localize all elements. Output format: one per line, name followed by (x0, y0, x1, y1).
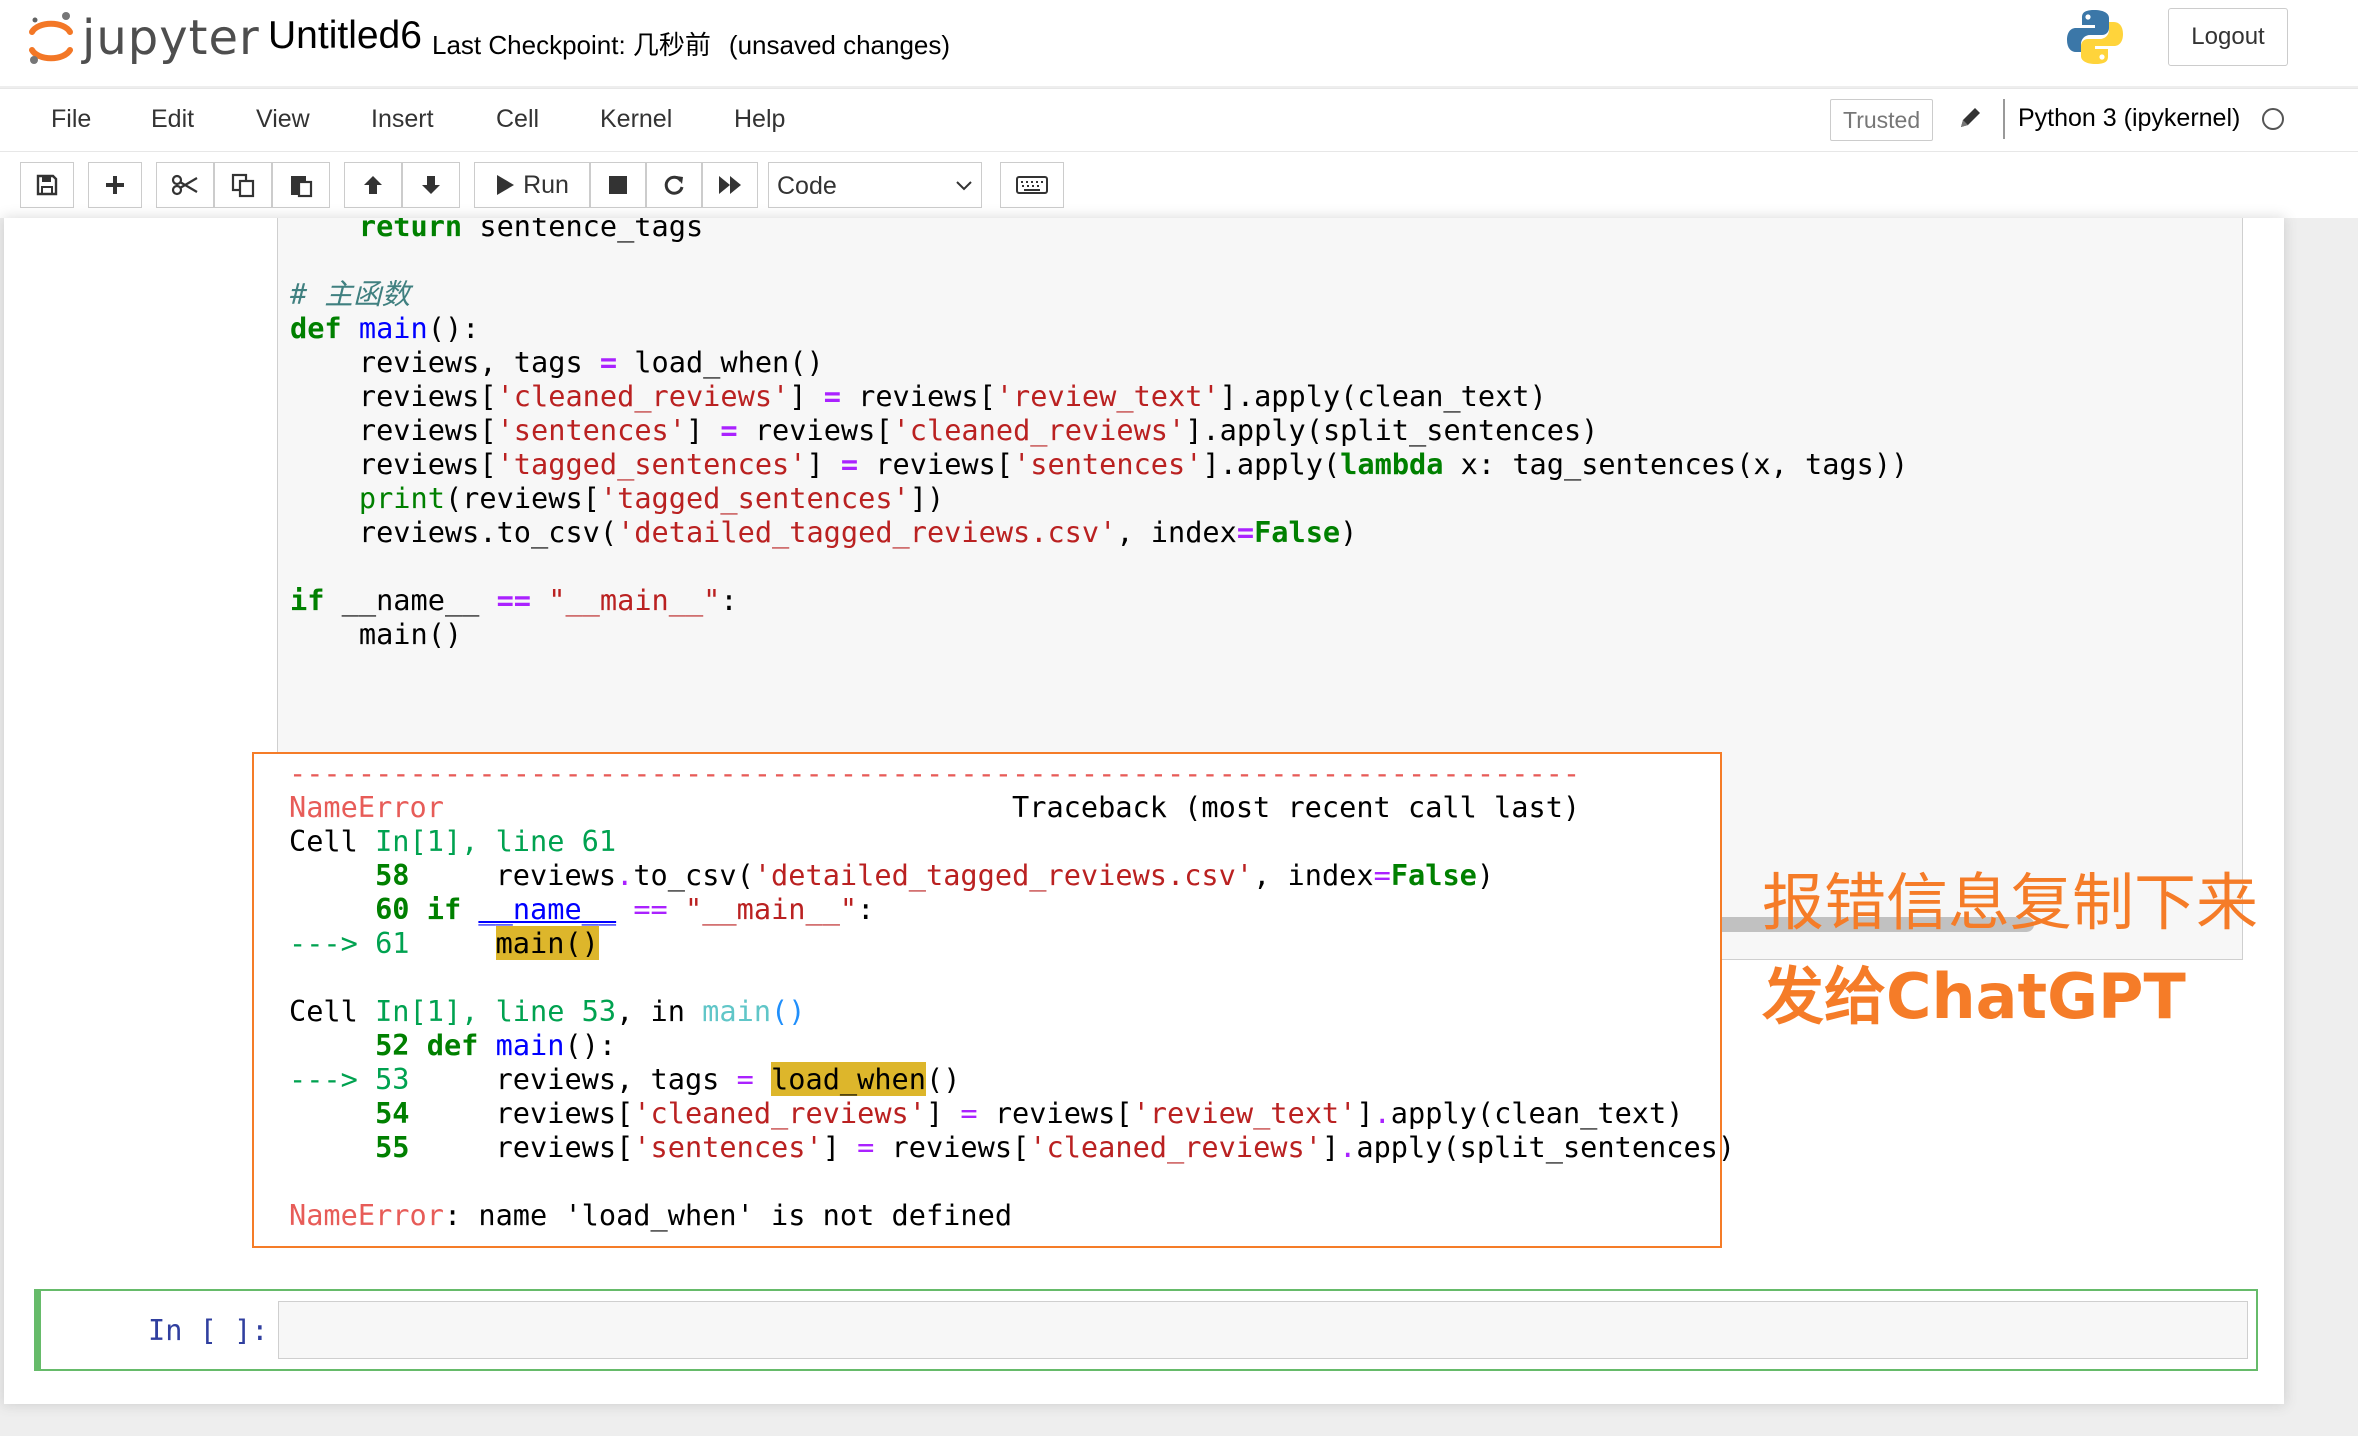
checkpoint-label: Last Checkpoint: 几秒前 (432, 30, 711, 60)
input-prompt: In [ ]: (148, 1313, 269, 1347)
play-icon (497, 175, 515, 195)
menu-help[interactable]: Help (734, 105, 785, 134)
paste-button[interactable] (272, 162, 330, 208)
keyboard-icon (1016, 176, 1048, 194)
notebook-container: return sentence_tags # 主函数 def main(): r… (4, 218, 2284, 1404)
error-output: ----------------------------------------… (252, 752, 1735, 1248)
cut-icon (171, 174, 198, 196)
stop-icon (609, 176, 627, 194)
menu-view[interactable]: View (256, 105, 310, 134)
code-token: return (290, 218, 463, 243)
paste-icon (291, 176, 313, 198)
menubar: File Edit View Insert Cell Kernel Help T… (0, 88, 2358, 152)
notebook-title[interactable]: Untitled6 (268, 14, 422, 58)
trusted-indicator[interactable]: Trusted (1830, 99, 1934, 141)
traceback-separator: ----------------------------------------… (289, 756, 1581, 790)
command-palette-button[interactable] (1000, 162, 1064, 208)
arrow-down-icon (422, 176, 440, 194)
restart-button[interactable] (646, 162, 702, 208)
kernel-idle-icon (2262, 108, 2284, 130)
annotation-line-1: 报错信息复制下来 (1762, 866, 2259, 939)
restart-icon (664, 175, 684, 195)
pencil-icon[interactable] (1956, 104, 1984, 132)
insert-cell-button[interactable] (88, 162, 142, 208)
arrow-up-icon (364, 176, 382, 194)
cell-type-select[interactable]: Code (768, 162, 982, 208)
menu-insert[interactable]: Insert (371, 105, 434, 134)
kernel-separator (2003, 99, 2005, 139)
logout-button[interactable]: Logout (2168, 8, 2288, 66)
empty-input-cell[interactable]: In [ ]: (34, 1289, 2258, 1371)
plus-icon (106, 176, 124, 194)
menu-cell[interactable]: Cell (496, 105, 539, 134)
error-type: NameError (289, 790, 444, 824)
unsaved-changes-label: (unsaved changes) (728, 30, 951, 60)
checkpoint-status: Last Checkpoint: 几秒前 (unsaved changes) (432, 25, 968, 62)
copy-icon (231, 173, 255, 198)
save-icon (36, 174, 58, 196)
python-logo-icon (2067, 10, 2123, 64)
menu-kernel[interactable]: Kernel (600, 105, 672, 134)
cell-type-value: Code (777, 172, 837, 200)
traceback-header: Traceback (most recent call last) (1012, 790, 1581, 824)
cut-button[interactable] (156, 162, 214, 208)
toolbar: Run Code (0, 152, 2358, 218)
run-label: Run (523, 170, 569, 199)
annotation-line-2: 发给ChatGPT (1762, 960, 2186, 1033)
input-editor[interactable] (278, 1301, 2248, 1359)
move-down-button[interactable] (402, 162, 460, 208)
fast-forward-icon (719, 176, 741, 194)
run-button[interactable]: Run (474, 162, 590, 208)
save-button[interactable] (20, 162, 74, 208)
traceback-text: ----------------------------------------… (289, 756, 1736, 1232)
selected-cell-bar (34, 1289, 41, 1371)
code-content: return sentence_tags # 主函数 def main(): r… (290, 218, 1908, 651)
chevron-down-icon (956, 181, 972, 191)
jupyter-orbit-icon (29, 12, 73, 64)
interrupt-button[interactable] (590, 162, 646, 208)
restart-run-all-button[interactable] (702, 162, 758, 208)
menu-file[interactable]: File (51, 105, 91, 134)
jupyter-logo-text: jupyter (82, 10, 260, 66)
annotation-callout: 报错信息复制下来 发给ChatGPT (1762, 856, 2284, 1044)
move-up-button[interactable] (344, 162, 402, 208)
copy-button[interactable] (214, 162, 272, 208)
jupyter-logo[interactable]: jupyter (26, 8, 259, 72)
kernel-name[interactable]: Python 3 (ipykernel) (2018, 104, 2240, 133)
header: jupyter Untitled6 Last Checkpoint: 几秒前 (u… (0, 0, 2358, 86)
menu-edit[interactable]: Edit (151, 105, 194, 134)
